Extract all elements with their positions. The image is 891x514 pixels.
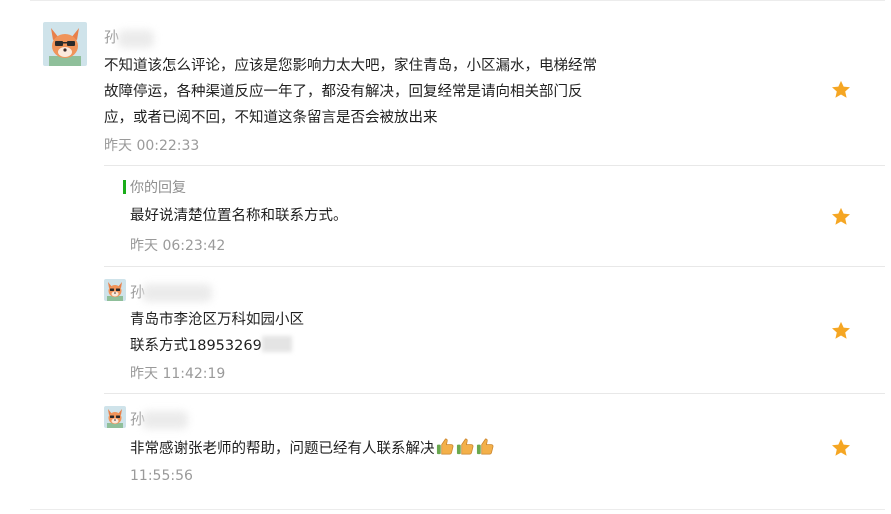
- divider: [104, 266, 885, 267]
- phone-number: 联系方式18953269: [130, 338, 262, 354]
- phone-redaction: [261, 336, 292, 352]
- followup-time: 昨天 11:42:19: [130, 366, 226, 382]
- thumbs-up-icon: [436, 437, 455, 456]
- comment-text-line: 应，或者已阅不回，不知道这条留言是否会被放出来: [104, 110, 438, 126]
- reply-time: 昨天 06:23:42: [130, 238, 226, 254]
- reply-label: 你的回复: [130, 180, 186, 196]
- divider: [104, 393, 885, 394]
- bottom-divider: [30, 509, 885, 510]
- thumbs-up-icon: [476, 437, 495, 456]
- author-name: 孙: [104, 28, 120, 46]
- avatar[interactable]: [104, 406, 126, 428]
- divider: [104, 165, 885, 166]
- comment-text-line: 故障停运，各种渠道反应一年了，都没有解决，回复经常是请向相关部门反: [104, 84, 583, 100]
- author-name-redaction: [118, 30, 154, 48]
- author-name-redaction: [142, 411, 188, 429]
- thumbs-up-icon: [456, 437, 475, 456]
- reply-text: 最好说清楚位置名称和联系方式。: [130, 208, 348, 224]
- avatar[interactable]: [43, 22, 87, 66]
- followup-text-line: 联系方式18953269: [130, 333, 292, 359]
- star-icon[interactable]: [830, 320, 852, 342]
- star-icon[interactable]: [830, 79, 852, 101]
- comment-time: 昨天 00:22:33: [104, 138, 200, 154]
- followup-text: 非常感谢张老师的帮助，问题已经有人联系解决: [130, 441, 435, 457]
- author-name-redaction: [142, 284, 212, 302]
- top-divider: [30, 0, 885, 1]
- avatar[interactable]: [104, 279, 126, 301]
- star-icon[interactable]: [830, 206, 852, 228]
- reply-marker: [123, 180, 126, 194]
- comment-text-line: 不知道该怎么评论，应该是您影响力太大吧，家住青岛，小区漏水，电梯经常: [104, 58, 597, 74]
- followup-time: 11:55:56: [130, 468, 193, 484]
- followup-text-line: 青岛市李沧区万科如园小区: [130, 312, 304, 328]
- star-icon[interactable]: [830, 437, 852, 459]
- followup-text-line: 非常感谢张老师的帮助，问题已经有人联系解决: [130, 436, 495, 462]
